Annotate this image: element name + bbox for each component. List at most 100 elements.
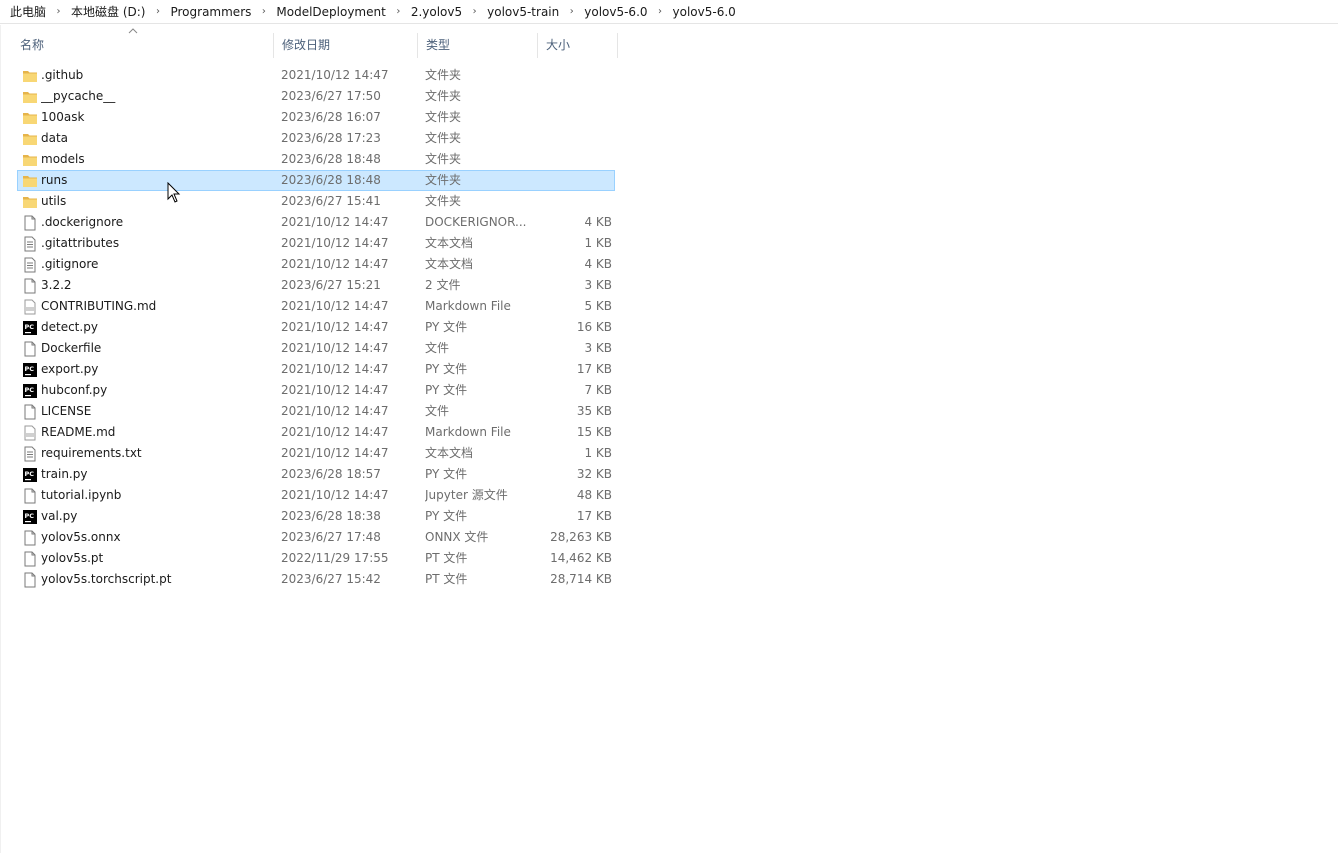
file-name: .gitattributes: [41, 236, 120, 250]
file-row[interactable]: PC detect.py 2021/10/12 14:47 PY 文件 16 KB: [17, 317, 615, 338]
folder-icon: [22, 131, 38, 147]
file-date-modified: 2021/10/12 14:47: [281, 404, 389, 418]
file-name: yolov5s.torchscript.pt: [41, 572, 172, 586]
file-row[interactable]: data 2023/6/28 17:23 文件夹: [17, 128, 615, 149]
file-size: 4 KB: [584, 257, 612, 271]
file-row[interactable]: 100ask 2023/6/28 16:07 文件夹: [17, 107, 615, 128]
file-date-modified: 2023/6/28 18:48: [281, 173, 381, 187]
file-type: 文件夹: [425, 68, 462, 82]
file-type: 文件: [425, 341, 450, 355]
file-size: [538, 66, 612, 85]
column-header-type[interactable]: 类型: [418, 33, 538, 58]
svg-text:PC: PC: [25, 512, 35, 520]
breadcrumb-item[interactable]: 2.yolov5: [410, 3, 463, 21]
file-row[interactable]: LICENSE 2021/10/12 14:47 文件 35 KB: [17, 401, 615, 422]
file-row[interactable]: yolov5s.onnx 2023/6/27 17:48 ONNX 文件 28,263…: [17, 527, 615, 548]
file-size: [538, 192, 612, 211]
file-date-modified: 2023/6/28 16:07: [281, 110, 381, 124]
file-row[interactable]: .gitattributes 2021/10/12 14:47 文本文档 1 KB: [17, 233, 615, 254]
breadcrumb-chevron-icon[interactable]: ›: [649, 6, 672, 17]
file-row[interactable]: PC val.py 2023/6/28 18:38 PY 文件 17 KB: [17, 506, 615, 527]
breadcrumb-chevron-icon[interactable]: ›: [252, 6, 275, 17]
file-type: 文件夹: [425, 173, 462, 187]
breadcrumb-item[interactable]: yolov5-train: [486, 3, 560, 21]
file-type: Markdown File: [425, 299, 511, 313]
column-header-date-label: 修改日期: [282, 38, 331, 52]
file-row[interactable]: utils 2023/6/27 15:41 文件夹: [17, 191, 615, 212]
file-date-modified: 2023/6/27 17:48: [281, 530, 381, 544]
file-explorer-window: 此电脑 › 本地磁盘 (D:) › Programmers › ModelDeploymen…: [0, 0, 1338, 853]
file-row[interactable]: PC hubconf.py 2021/10/12 14:47 PY 文件 7 KB: [17, 380, 615, 401]
file-type: DOCKERIGNOR...: [425, 215, 527, 229]
file-type: 文件夹: [425, 131, 462, 145]
breadcrumb-chevron-icon[interactable]: ›: [560, 6, 583, 17]
file-row[interactable]: Dockerfile 2021/10/12 14:47 文件 3 KB: [17, 338, 615, 359]
file-date-modified: 2023/6/28 18:57: [281, 467, 381, 481]
file-row[interactable]: .gitignore 2021/10/12 14:47 文本文档 4 KB: [17, 254, 615, 275]
file-date-modified: 2021/10/12 14:47: [281, 299, 389, 313]
file-size: 3 KB: [584, 341, 612, 355]
file-row[interactable]: PC export.py 2021/10/12 14:47 PY 文件 17 KB: [17, 359, 615, 380]
pycharm-file-icon: PC: [22, 467, 38, 483]
folder-icon: [22, 152, 38, 168]
column-header-date[interactable]: 修改日期: [274, 33, 418, 58]
text-file-icon: [22, 446, 38, 462]
breadcrumb-item[interactable]: Programmers: [169, 3, 252, 21]
file-row[interactable]: requirements.txt 2021/10/12 14:47 文本文档 1 KB: [17, 443, 615, 464]
file-name: tutorial.ipynb: [41, 488, 122, 502]
file-type: Jupyter 源文件: [425, 488, 508, 502]
file-size: [538, 150, 612, 169]
file-date-modified: 2021/10/12 14:47: [281, 425, 389, 439]
breadcrumb-chevron-icon[interactable]: ›: [387, 6, 410, 17]
file-size: 15 KB: [576, 425, 612, 439]
breadcrumb-item[interactable]: 此电脑: [9, 3, 47, 21]
breadcrumb: 此电脑 › 本地磁盘 (D:) › Programmers › ModelDeploymen…: [0, 0, 1338, 24]
pycharm-file-icon: PC: [22, 383, 38, 399]
column-header-name[interactable]: 名称: [12, 33, 274, 58]
breadcrumb-item[interactable]: yolov5-6.0: [583, 3, 648, 21]
file-row[interactable]: yolov5s.pt 2022/11/29 17:55 PT 文件 14,462 KB: [17, 548, 615, 569]
file-size: 16 KB: [576, 320, 612, 334]
folder-icon: [22, 194, 38, 210]
breadcrumb-chevron-icon[interactable]: ›: [146, 6, 169, 17]
text-file-icon: [22, 257, 38, 273]
file-name: models: [41, 152, 85, 166]
file-size: [538, 129, 612, 148]
file-name: train.py: [41, 467, 88, 481]
file-icon: [22, 488, 38, 504]
file-size: 48 KB: [576, 488, 612, 502]
file-type: 文件夹: [425, 194, 462, 208]
file-row[interactable]: 3.2.2 2023/6/27 15:21 2 文件 3 KB: [17, 275, 615, 296]
file-name: CONTRIBUTING.md: [41, 299, 157, 313]
file-row[interactable]: tutorial.ipynb 2021/10/12 14:47 Jupyter 源文…: [17, 485, 615, 506]
breadcrumb-chevron-icon[interactable]: ›: [47, 6, 70, 17]
file-type: 文本文档: [425, 236, 474, 250]
breadcrumb-item[interactable]: 本地磁盘 (D:): [70, 3, 146, 21]
file-row[interactable]: models 2023/6/28 18:48 文件夹: [17, 149, 615, 170]
file-date-modified: 2021/10/12 14:47: [281, 341, 389, 355]
file-name: README.md: [41, 425, 116, 439]
file-icon: [22, 215, 38, 231]
breadcrumb-item[interactable]: yolov5-6.0: [672, 3, 737, 21]
column-header-size[interactable]: 大小: [538, 33, 618, 58]
file-name: Dockerfile: [41, 341, 102, 355]
file-row[interactable]: PC train.py 2023/6/28 18:57 PY 文件 32 KB: [17, 464, 615, 485]
file-row[interactable]: .dockerignore 2021/10/12 14:47 DOCKERIGNOR…: [17, 212, 615, 233]
file-row[interactable]: CONTRIBUTING.md 2021/10/12 14:47 Markdown …: [17, 296, 615, 317]
file-type: PY 文件: [425, 383, 468, 397]
file-date-modified: 2021/10/12 14:47: [281, 215, 389, 229]
file-icon: [22, 572, 38, 588]
file-row[interactable]: .github 2021/10/12 14:47 文件夹: [17, 65, 615, 86]
file-row[interactable]: runs 2023/6/28 18:48 文件夹: [17, 170, 615, 191]
breadcrumb-chevron-icon[interactable]: ›: [463, 6, 486, 17]
file-name: .dockerignore: [41, 215, 124, 229]
file-row[interactable]: README.md 2021/10/12 14:47 Markdown File 15…: [17, 422, 615, 443]
file-row[interactable]: yolov5s.torchscript.pt 2023/6/27 15:42 PT …: [17, 569, 615, 590]
file-date-modified: 2023/6/27 15:21: [281, 278, 381, 292]
breadcrumb-item[interactable]: ModelDeployment: [275, 3, 386, 21]
file-row[interactable]: __pycache__ 2023/6/27 17:50 文件夹: [17, 86, 615, 107]
file-date-modified: 2023/6/28 18:38: [281, 509, 381, 523]
markdown-file-icon: [22, 425, 38, 441]
file-date-modified: 2023/6/27 15:42: [281, 572, 381, 586]
file-size: 7 KB: [584, 383, 612, 397]
